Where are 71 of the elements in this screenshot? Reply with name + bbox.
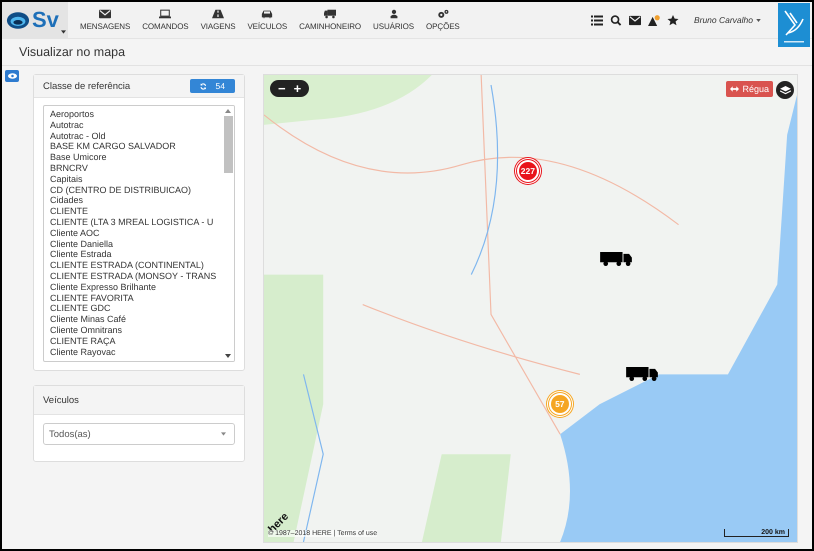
list-option[interactable]: CLIENTE ESTRADA (CONTINENTAL)	[50, 260, 222, 271]
scroll-up-icon[interactable]	[225, 109, 231, 113]
scrollbar-thumb[interactable]	[224, 116, 232, 173]
scrollbar[interactable]	[222, 106, 234, 361]
brand-logo-icon	[778, 3, 810, 47]
list-option[interactable]: CLIENTE GDC	[50, 303, 222, 314]
visibility-toggle-button[interactable]	[5, 70, 19, 82]
nav-link[interactable]: MENSAGENS	[74, 2, 136, 38]
star-icon[interactable]	[666, 14, 679, 26]
caret-icon	[221, 432, 226, 436]
list-option[interactable]: BRNCRV	[50, 162, 222, 174]
list-option[interactable]: BASE KM CARGO SALVADOR	[50, 141, 222, 152]
truck-icon[interactable]	[626, 366, 658, 381]
list-option[interactable]: Aeroportos	[50, 109, 222, 120]
zoom-in-button[interactable]: +	[290, 80, 306, 97]
search-icon[interactable]	[610, 14, 622, 26]
list-option[interactable]: Cliente Estrada	[50, 249, 222, 260]
list-option[interactable]: CLIENTE (LTA 3 MREAL LOGISTICA - U	[50, 216, 222, 228]
nav-link[interactable]: USUÁRIOS	[367, 2, 420, 38]
eye-icon	[8, 73, 16, 79]
layers-icon	[780, 86, 790, 94]
refresh-icon	[200, 82, 207, 90]
card-title: Classe de referência	[43, 80, 130, 92]
list-option[interactable]: Base Umicore	[50, 152, 222, 163]
truck-icon[interactable]	[600, 252, 632, 266]
nav-link[interactable]: OPÇÕES	[420, 2, 466, 38]
list-option[interactable]: Cliente Rayovac	[50, 346, 222, 358]
gears-icon	[436, 9, 449, 19]
reference-class-list[interactable]	[43, 105, 235, 362]
list-option[interactable]: Autotrac - Old	[50, 130, 222, 142]
logo-icon	[6, 10, 30, 30]
laptop-icon	[159, 9, 172, 19]
list-option[interactable]: Capitais	[50, 174, 222, 185]
truck-icon	[324, 9, 336, 19]
logo-area[interactable]: Sv	[2, 2, 68, 38]
nav-link[interactable]: VIAGENS	[194, 2, 242, 38]
refresh-button[interactable]: 54	[190, 79, 235, 93]
card-title: Veículos	[43, 394, 79, 406]
car-icon	[261, 9, 274, 19]
zoom-out-button[interactable]: −	[274, 80, 290, 97]
envelope-icon	[99, 9, 112, 19]
vehicles-select[interactable]: Todos(as)	[43, 423, 235, 445]
list-option[interactable]: CLIENTE ESTRADA (MONSOY - TRANS	[50, 270, 222, 282]
list-option[interactable]: Cliente Expresso Brilhante	[50, 282, 222, 293]
user-menu[interactable]: Bruno Carvalho	[694, 15, 761, 25]
list-option[interactable]: Cidades	[50, 195, 222, 206]
envelope-icon[interactable]	[628, 14, 641, 26]
list-icon[interactable]	[590, 14, 603, 26]
road-icon	[212, 9, 224, 19]
list-option[interactable]: CLIENTE FAVORITA	[50, 292, 222, 304]
list-option[interactable]: CLIENTE RAÇA	[50, 336, 222, 347]
list-option[interactable]: CD (CENTRO DE DISTRIBUICAO)	[50, 184, 222, 196]
list-option[interactable]: Cliente Minas Café	[50, 314, 222, 325]
caret-icon	[61, 30, 66, 34]
double-arrow-icon	[730, 86, 740, 92]
scroll-down-icon[interactable]	[225, 354, 231, 358]
list-option[interactable]: Cliente Daniella	[50, 238, 222, 250]
nav-link[interactable]: CAMINHONEIRO	[293, 2, 368, 38]
logo-text: Sv	[32, 7, 59, 33]
ruler-button[interactable]: Régua	[726, 81, 773, 97]
list-option[interactable]: CLIENTE	[50, 206, 222, 217]
nav-link[interactable]: VEÍCULOS	[241, 2, 294, 38]
page-title: Visualizar no mapa	[19, 45, 126, 59]
list-option[interactable]: Cliente Omnitrans	[50, 324, 222, 336]
alert-icon[interactable]	[648, 14, 660, 26]
cluster-marker[interactable]: 227	[518, 162, 537, 180]
list-option[interactable]: Cliente AOC	[50, 228, 222, 239]
nav-link[interactable]: COMANDOS	[136, 2, 195, 38]
user-icon	[388, 9, 400, 19]
caret-icon	[756, 18, 761, 22]
list-option[interactable]: Autotrac	[50, 120, 222, 131]
